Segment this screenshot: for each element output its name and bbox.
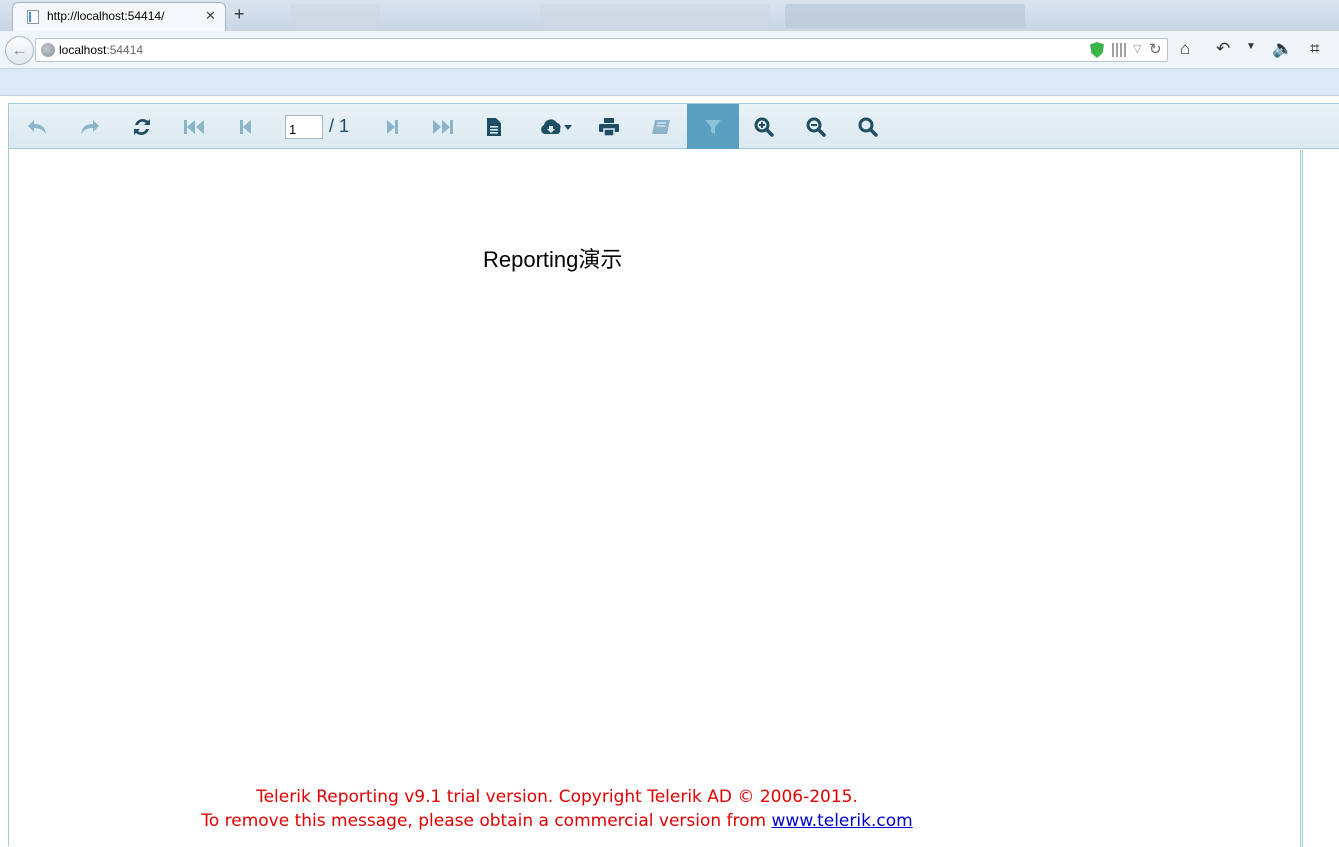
report-viewer: / 1 Reporting演示 xyxy=(8,103,1339,847)
filter-icon xyxy=(705,119,721,134)
home-icon[interactable]: ⌂ xyxy=(1180,39,1190,59)
reload-icon[interactable]: ↻ xyxy=(1149,40,1162,58)
printer-icon xyxy=(599,117,619,136)
page-total: / 1 xyxy=(329,116,350,136)
tab-title: http://localhost:54414/ xyxy=(47,9,165,23)
volume-icon[interactable]: 🔈 xyxy=(1272,39,1293,59)
print-preview-button[interactable] xyxy=(635,104,687,149)
export-button[interactable] xyxy=(527,104,585,149)
book-icon xyxy=(652,119,670,134)
watermark-line-2: To remove this message, please obtain a … xyxy=(9,809,1105,833)
url-text: localhost:54414 xyxy=(59,43,143,57)
cloud-download-icon xyxy=(541,118,572,134)
chevron-down-icon[interactable]: ▼ xyxy=(1246,41,1256,52)
document-map-button[interactable] xyxy=(468,104,520,149)
side-pane xyxy=(1302,150,1339,847)
trial-watermark: Telerik Reporting v9.1 trial version. Co… xyxy=(9,785,1105,833)
browser-tab[interactable]: http://localhost:54414/ ✕ xyxy=(12,2,226,31)
dropdown-icon[interactable]: ▽ xyxy=(1133,42,1141,55)
bookmark-bar xyxy=(0,69,1339,96)
zoom-out-icon xyxy=(806,117,826,137)
watermark-line-2-text: To remove this message, please obtain a … xyxy=(201,811,772,831)
first-page-button[interactable] xyxy=(168,104,220,149)
telerik-link[interactable]: www.telerik.com xyxy=(772,811,913,831)
zoom-fit-button[interactable] xyxy=(842,104,894,149)
undo-icon[interactable]: ↶ xyxy=(1216,39,1230,59)
back-button[interactable] xyxy=(11,104,63,149)
qr-code-icon[interactable] xyxy=(1112,43,1126,57)
back-icon xyxy=(28,119,46,134)
page-number-input[interactable] xyxy=(285,115,323,139)
search-icon xyxy=(858,117,878,137)
previous-page-button[interactable] xyxy=(219,104,271,149)
back-arrow-icon[interactable]: ← xyxy=(5,36,34,65)
first-page-icon xyxy=(184,119,204,134)
navigation-bar: ← localhost:54414 ▽ ↻ ⌂ ↶ ▼ 🔈 ⌗ xyxy=(0,31,1339,69)
watermark-line-1: Telerik Reporting v9.1 trial version. Co… xyxy=(256,787,858,807)
refresh-icon xyxy=(134,118,150,135)
report-toolbar: / 1 xyxy=(9,104,1339,149)
plus-icon[interactable]: + xyxy=(234,4,245,25)
background-tab-ghost xyxy=(540,4,770,28)
close-icon[interactable]: ✕ xyxy=(205,8,216,24)
background-tab-ghost xyxy=(785,4,1025,28)
zoom-in-icon xyxy=(754,117,774,137)
shield-icon[interactable] xyxy=(1090,42,1104,58)
print-button[interactable] xyxy=(583,104,635,149)
address-bar[interactable]: localhost:54414 ▽ ↻ xyxy=(35,38,1168,62)
background-tab-ghost xyxy=(290,4,380,28)
tab-strip: http://localhost:54414/ ✕ + xyxy=(0,0,1339,31)
zoom-out-button[interactable] xyxy=(790,104,842,149)
forward-button[interactable] xyxy=(64,104,116,149)
page-favicon-icon xyxy=(27,10,39,24)
url-port: :54414 xyxy=(106,43,144,57)
url-host: localhost xyxy=(59,43,107,57)
report-title: Reporting演示 xyxy=(483,247,623,272)
crop-icon[interactable]: ⌗ xyxy=(1310,39,1320,59)
parameters-button[interactable] xyxy=(687,104,739,149)
refresh-button[interactable] xyxy=(116,104,168,149)
next-page-icon xyxy=(387,119,398,134)
globe-icon xyxy=(41,43,55,57)
forward-icon xyxy=(81,119,99,134)
zoom-in-button[interactable] xyxy=(738,104,790,149)
last-page-button[interactable] xyxy=(417,104,469,149)
document-icon xyxy=(487,117,501,136)
previous-page-icon xyxy=(240,119,251,134)
last-page-icon xyxy=(433,119,453,134)
next-page-button[interactable] xyxy=(367,104,419,149)
report-page: Reporting演示 Telerik Reporting v9.1 trial… xyxy=(9,150,1301,847)
